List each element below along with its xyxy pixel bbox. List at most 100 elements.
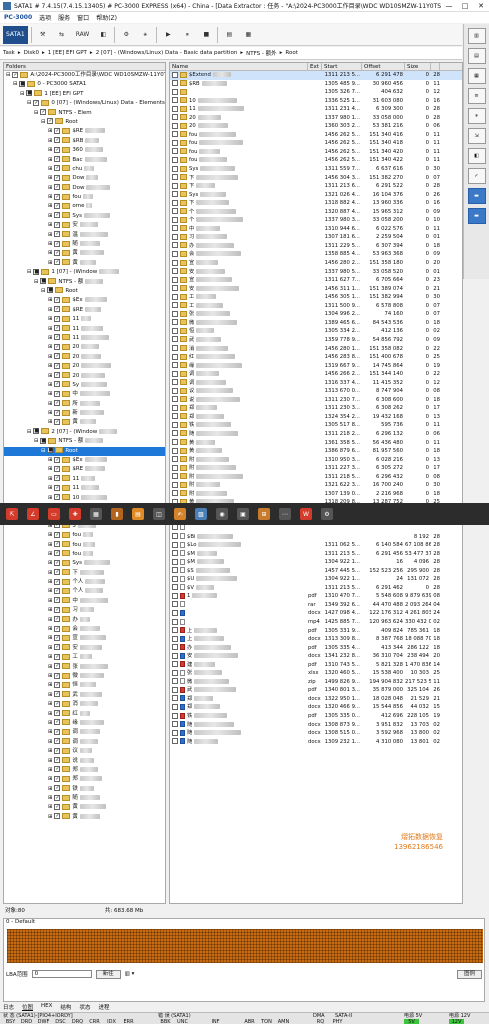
tree-node[interactable]: ⊟ ✓ Root (4, 118, 165, 127)
tree-node[interactable]: ⊞ ✓ 个人 (4, 587, 165, 596)
bar-icon[interactable]: ▮ (111, 508, 123, 520)
checkbox[interactable] (172, 88, 178, 95)
tree-node[interactable]: ⊞ ✓ 黄 (4, 259, 165, 268)
column-name[interactable]: Name (170, 63, 308, 70)
checkbox[interactable] (172, 567, 178, 574)
checkbox[interactable]: ■ (33, 428, 40, 435)
pen-icon[interactable]: ✍ (174, 508, 186, 520)
tree-node[interactable]: ⊞ ✓ fou (4, 550, 165, 559)
list-item[interactable]: 10 1336 525 1... 31 603 080 0 16 (170, 97, 462, 106)
notes-icon[interactable]: ▤ (132, 508, 144, 520)
disk-icon[interactable]: ▥ (467, 28, 486, 44)
tree-node[interactable]: ⊞ ✓ 工 (4, 653, 165, 662)
image-icon[interactable]: ▦ (240, 26, 256, 44)
checkbox[interactable] (172, 464, 178, 471)
list-item[interactable]: $M 1304 922 1... 16 4 096 28 (170, 558, 462, 567)
list-item[interactable]: $V 1311 213 5... 6 291 462 0 28 (170, 584, 462, 593)
drive-two-icon[interactable]: ▬ (467, 208, 486, 224)
list-item[interactable]: rar 1349 392 6... 44 470 488 2 093 264 04 (170, 601, 462, 610)
checkbox[interactable]: ■ (26, 90, 33, 97)
checkbox[interactable]: ■ (40, 278, 47, 285)
checkbox[interactable]: ✓ (54, 700, 61, 707)
breadcrumb-item[interactable]: 2 [07] - (Windows/Linux) Data - Basic da… (96, 50, 238, 56)
checkbox[interactable] (172, 259, 178, 266)
checkbox[interactable]: ✓ (54, 625, 61, 632)
checkbox[interactable]: ✓ (12, 71, 19, 78)
tree-node[interactable]: ⊞ ✓ 黄 (4, 813, 165, 822)
tab-4[interactable]: 状态 (79, 1003, 90, 1011)
tree-node[interactable]: ⊞ ✓ 温 (4, 231, 165, 240)
checkbox[interactable]: ✓ (54, 400, 61, 407)
tree-node[interactable]: ⊞ ✓ 消 (4, 700, 165, 709)
tree-node[interactable]: ⊟ ■ Root (4, 446, 165, 457)
checkbox[interactable]: ✓ (54, 634, 61, 641)
checkbox[interactable]: ✓ (54, 381, 61, 388)
list-item[interactable]: 习 1307 181 6... 2 259 504 0 01 (170, 233, 462, 242)
tree-node[interactable]: ⊞ ✓ Dow (4, 174, 165, 183)
tree-node[interactable]: ⊟ ■ NTFS - 额 (4, 278, 165, 287)
tree-node[interactable]: ⊞ ✓ fou (4, 531, 165, 540)
checkbox[interactable] (172, 456, 178, 463)
list-item[interactable]: 个 1320 887 4... 15 965 312 0 09 (170, 208, 462, 217)
gear-icon[interactable]: ⚙ (321, 508, 333, 520)
checkbox[interactable]: ✓ (54, 681, 61, 688)
list-item[interactable]: 下 1456 304 3... 151 382 270 0 07 (170, 174, 462, 183)
list-item[interactable]: 中 1310 944 6... 6 022 576 0 11 (170, 225, 462, 234)
checkbox[interactable]: ■ (19, 80, 26, 87)
list-item[interactable]: 调 1456 266 2... 151 344 140 0 22 (170, 370, 462, 379)
tree-node[interactable]: ⊞ ✓ $RE (4, 306, 165, 315)
tree-node[interactable]: ⊞ ✓ 红 (4, 710, 165, 719)
list-item[interactable]: 上 pdf 1305 331 9... 409 824 785 361 18 (170, 627, 462, 636)
checkbox[interactable] (172, 327, 178, 334)
checkbox[interactable] (172, 652, 178, 659)
tree-node[interactable]: ⊞ ✓ 说 (4, 757, 165, 766)
checkbox[interactable] (172, 481, 178, 488)
tree-node[interactable]: ⊞ ✓20 (4, 372, 165, 381)
grid-icon[interactable]: ▦ (467, 68, 486, 84)
list-item[interactable]: Sys 1311 559 7... 6 637 616 0 30 (170, 165, 462, 174)
tree-node[interactable]: ⊟ ■ Root (4, 287, 165, 296)
list-item[interactable]: 铁 1305 517 8... 595 736 0 11 (170, 421, 462, 430)
tree-node[interactable]: ⊞ ✓ 铁 (4, 785, 165, 794)
sector-icon[interactable]: ◧ (467, 148, 486, 164)
checkbox[interactable] (172, 233, 178, 240)
list-item[interactable]: 安 1456 311 1... 151 389 074 0 21 (170, 285, 462, 294)
view-toggle-icon[interactable]: ▥ ▾ (125, 971, 135, 977)
list-item[interactable]: $Extend 1311 213 5... 6 291 478 0 28 (170, 71, 462, 80)
checkbox[interactable]: ■ (33, 268, 40, 275)
checkbox[interactable]: ✓ (54, 475, 61, 482)
checkbox[interactable] (172, 319, 178, 326)
list-item[interactable]: 20 1360 303 2... 53 381 216 0 06 (170, 122, 462, 131)
checkbox[interactable]: ✓ (54, 221, 61, 228)
breadcrumb-item[interactable]: 1 [EE] EFI GPT (48, 50, 87, 56)
window-icon[interactable]: ▧ (195, 508, 207, 520)
list-item[interactable]: 附 1307 139 0... 2 216 968 0 18 (170, 490, 462, 499)
checkbox[interactable] (172, 592, 178, 599)
stop-icon[interactable]: ■ (198, 26, 214, 44)
list-item[interactable] (170, 524, 462, 533)
map-icon[interactable]: ◧ (95, 26, 111, 44)
list-item[interactable]: fou 1456 262 5... 151 340 422 0 11 (170, 156, 462, 165)
pause-icon[interactable]: ⏸ (467, 108, 486, 124)
angle-icon[interactable]: ∠ (27, 508, 39, 520)
checkbox[interactable] (172, 618, 178, 625)
checkbox[interactable]: ✓ (54, 644, 61, 651)
list-item[interactable]: fou 1456 262 5... 151 340 418 0 11 (170, 139, 462, 148)
checkbox[interactable] (172, 310, 178, 317)
record-icon[interactable]: ◉ (216, 508, 228, 520)
checkbox[interactable] (172, 703, 178, 710)
checkbox[interactable] (172, 439, 178, 446)
checkbox[interactable]: ✓ (54, 803, 61, 810)
checkbox[interactable] (172, 353, 178, 360)
list-item[interactable]: 上 docx1313 309 8... 8 387 76818 088 70918 (170, 635, 462, 644)
checkbox[interactable] (172, 182, 178, 189)
tree-node[interactable]: ⊞ ✓ $RB (4, 137, 165, 146)
checkbox[interactable] (172, 558, 178, 565)
more-icon[interactable]: ⋯ (279, 508, 291, 520)
menu-options[interactable]: 选项 (39, 13, 51, 22)
checkbox[interactable] (172, 712, 178, 719)
checkbox[interactable]: ✓ (54, 372, 61, 378)
checkbox[interactable] (172, 601, 178, 608)
checkbox[interactable] (172, 413, 178, 420)
list-item[interactable]: 微 1389 465 6... 84 543 536 0 18 (170, 319, 462, 328)
